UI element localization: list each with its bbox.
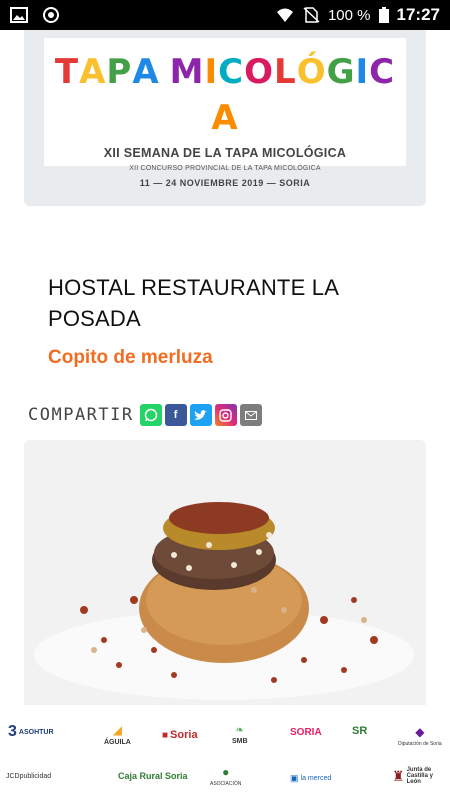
banner-title-letter: O xyxy=(244,52,275,92)
clock: 17:27 xyxy=(396,5,440,24)
banner-card: TAPA MICOLÓGICA XII SEMANA DE LA TAPA MI… xyxy=(24,30,426,206)
banner-title-letter: Ó xyxy=(296,52,327,92)
no-sim-icon xyxy=(303,7,320,23)
banner-title-letter: A xyxy=(79,52,107,92)
status-bar: 100 % 17:27 xyxy=(0,0,450,30)
sponsor-logo[interactable]: ■ Soria xyxy=(162,729,198,741)
banner-title-letter: C xyxy=(369,52,396,92)
banner-title-letter: P xyxy=(106,52,133,92)
banner-title-letter: I xyxy=(204,52,219,92)
wing-icon: ◢ xyxy=(112,723,123,737)
sponsor-logo[interactable]: ◢ ÁGUILA xyxy=(104,723,131,746)
dish-photo[interactable] xyxy=(24,440,426,705)
banner-contest: XII CONCURSO PROVINCIAL DE LA TAPA MICOL… xyxy=(129,165,321,172)
banner-subtitle: XII SEMANA DE LA TAPA MICOLÓGICA xyxy=(103,146,347,160)
banner-title-letter: A xyxy=(211,98,239,138)
dish-name: Copito de merluza xyxy=(48,347,213,368)
facebook-icon[interactable]: f xyxy=(164,404,187,426)
record-icon xyxy=(43,7,59,23)
sponsor-logo[interactable]: ▣ la merced xyxy=(290,773,331,784)
restaurant-name: HOSTAL RESTAURANTE LA POSADA xyxy=(48,275,338,331)
banner-title-letter: I xyxy=(355,52,370,92)
event-banner[interactable]: TAPA MICOLÓGICA XII SEMANA DE LA TAPA MI… xyxy=(44,38,406,188)
sponsor-logo[interactable]: SR xyxy=(352,725,367,737)
page-content: TAPA MICOLÓGICA XII SEMANA DE LA TAPA MI… xyxy=(0,30,450,705)
sponsor-logo[interactable]: ◆ Diputación de Soria xyxy=(398,725,442,747)
banner-title-letter: C xyxy=(218,52,245,92)
leaf-icon: ❧ xyxy=(235,725,244,736)
banner-title: TAPA MICOLÓGICA xyxy=(44,48,406,140)
banner-title-letter: L xyxy=(274,52,297,92)
email-icon[interactable] xyxy=(239,404,262,426)
sponsor-logo[interactable]: ● ASOCIACIÓN xyxy=(210,765,241,787)
dish-image xyxy=(24,440,426,705)
share-label: COMPARTIR xyxy=(28,405,134,425)
banner-title-letter: G xyxy=(326,52,356,92)
battery-icon xyxy=(378,7,389,23)
sponsor-logo[interactable]: Caja Rural Soria xyxy=(118,771,188,781)
banner-title-letter: M xyxy=(169,52,205,92)
shield-icon: ■ xyxy=(162,729,169,741)
banner-title-letter: A xyxy=(132,52,160,92)
seal-icon: ● xyxy=(222,765,230,779)
wifi-icon xyxy=(276,8,293,22)
sponsor-logo[interactable]: SORIA xyxy=(290,727,322,738)
image-icon xyxy=(10,7,28,23)
sponsor-logo[interactable]: ❧ SMB xyxy=(232,725,248,745)
sponsors-footer: 3 ASOHTUR ◢ ÁGUILA ■ Soria ❧ SMB SORIA S… xyxy=(0,705,450,800)
sponsor-logo[interactable]: ♜ Junta de Castilla y León xyxy=(392,767,447,785)
whatsapp-icon[interactable] xyxy=(139,404,162,426)
battery-text: 100 % xyxy=(327,6,371,24)
crest-icon: ◆ xyxy=(415,725,425,739)
sponsor-logo[interactable]: JCDpublicidad xyxy=(6,773,51,780)
banner-dates: 11 — 24 NOVIEMBRE 2019 — SORIA xyxy=(139,178,311,188)
building-icon: ▣ xyxy=(290,773,299,783)
twitter-icon[interactable] xyxy=(189,404,212,426)
castle-icon: ♜ xyxy=(392,767,405,784)
banner-title-letter: T xyxy=(54,52,80,92)
instagram-icon[interactable] xyxy=(214,404,237,426)
ring-icon: 3 xyxy=(8,723,17,740)
sponsor-logo[interactable]: 3 ASOHTUR xyxy=(8,723,54,741)
share-bar: COMPARTIR f xyxy=(28,404,265,426)
